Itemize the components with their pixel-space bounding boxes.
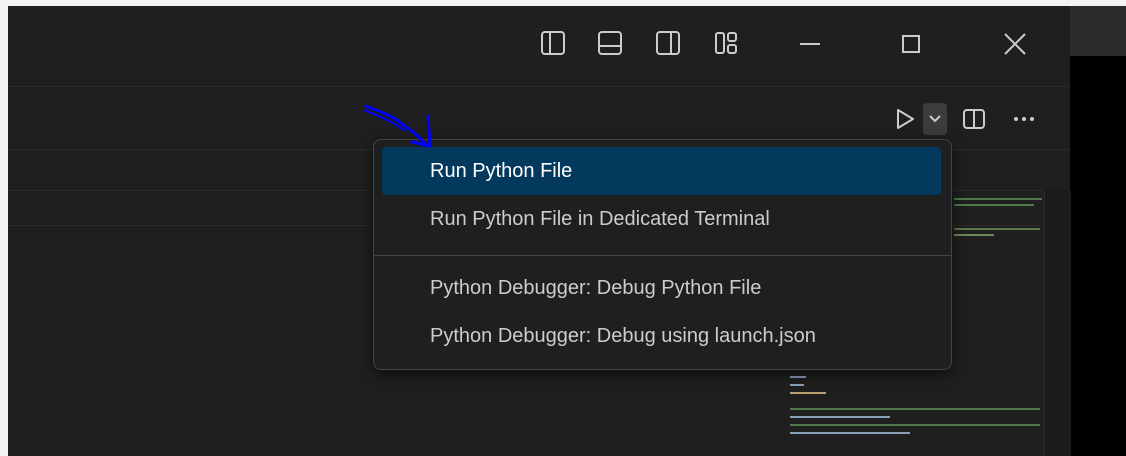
chevron-down-icon <box>929 115 941 123</box>
run-button[interactable] <box>893 107 917 131</box>
minimize-icon <box>800 43 820 45</box>
minimize-button[interactable] <box>790 24 830 64</box>
menu-item-debug-using-launch-json[interactable]: Python Debugger: Debug using launch.json <box>382 312 941 360</box>
close-icon <box>1004 33 1026 55</box>
customize-layout-icon[interactable] <box>713 30 739 56</box>
left-edge <box>0 0 8 456</box>
toggle-secondary-sidebar-icon[interactable] <box>655 30 681 56</box>
run-dropdown-button[interactable] <box>923 103 947 135</box>
more-actions-button[interactable] <box>1010 107 1038 131</box>
toggle-primary-sidebar-icon[interactable] <box>540 30 566 56</box>
menu-separator <box>374 255 951 256</box>
outside-area <box>1070 6 1126 456</box>
menu-item-run-in-dedicated-terminal[interactable]: Run Python File in Dedicated Terminal <box>382 195 941 243</box>
menu-item-debug-python-file[interactable]: Python Debugger: Debug Python File <box>382 264 941 312</box>
toggle-panel-icon[interactable] <box>597 30 623 56</box>
close-button[interactable] <box>995 24 1035 64</box>
run-menu: Run Python File Run Python File in Dedic… <box>373 139 952 370</box>
split-editor-button[interactable] <box>962 107 986 131</box>
menu-item-run-python-file[interactable]: Run Python File <box>382 147 941 195</box>
maximize-icon <box>902 35 920 53</box>
annotation-arrow-icon <box>360 100 440 160</box>
maximize-button[interactable] <box>891 24 931 64</box>
top-edge <box>8 0 1126 6</box>
run-icon <box>897 109 914 129</box>
more-actions-icon <box>1014 117 1034 121</box>
outside-area-top <box>1070 6 1126 56</box>
editor-scrollbar[interactable] <box>1044 190 1071 456</box>
split-editor-icon <box>963 109 985 129</box>
